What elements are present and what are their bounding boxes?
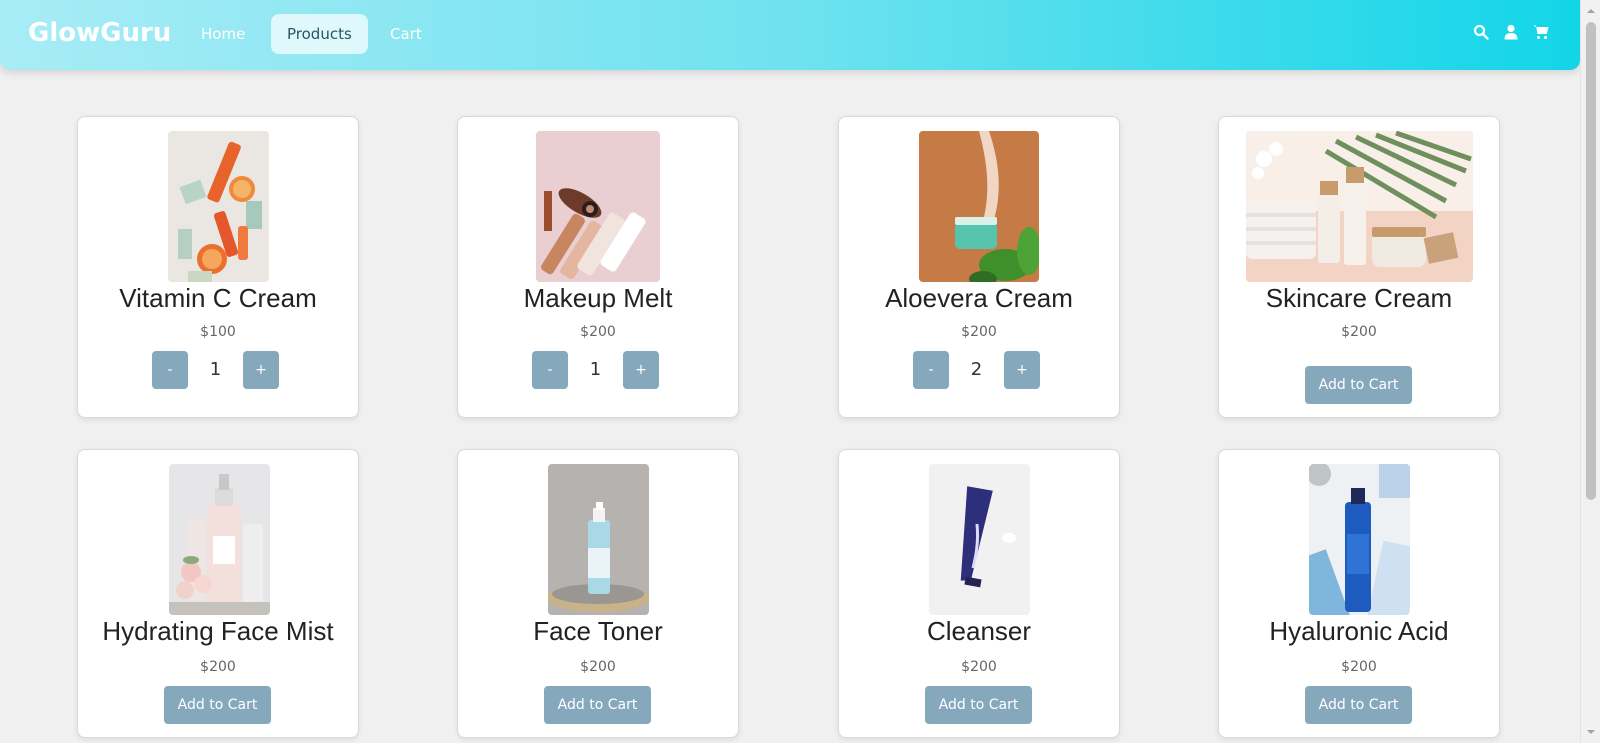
quantity-stepper: - 1 + [458, 351, 738, 389]
scroll-up-arrow-icon[interactable] [1586, 6, 1596, 16]
product-card-makeup-melt: Makeup Melt $200 - 1 + [457, 116, 739, 418]
quantity-value: 2 [970, 359, 983, 380]
top-navbar: GlowGuru Home Products Cart [0, 0, 1580, 70]
add-to-cart-button[interactable]: Add to Cart [1305, 686, 1412, 724]
brand-logo[interactable]: GlowGuru [28, 18, 171, 48]
quantity-value: 1 [209, 359, 222, 380]
quantity-value: 1 [589, 359, 602, 380]
user-icon[interactable] [1503, 24, 1523, 44]
product-image-hyaluronic-acid[interactable] [1309, 464, 1410, 615]
cart-icon[interactable] [1533, 24, 1553, 44]
quantity-stepper: - 2 + [839, 351, 1119, 389]
product-price: $200 [1341, 659, 1377, 675]
product-card-face-toner: Face Toner $200 Add to Cart [457, 449, 739, 738]
product-card-cleanser: Cleanser $200 Add to Cart [838, 449, 1120, 738]
increase-quantity-button[interactable]: + [1004, 351, 1040, 389]
product-image-cleanser[interactable] [929, 464, 1030, 615]
product-image-skincare-cream[interactable] [1246, 131, 1473, 282]
add-to-cart-button[interactable]: Add to Cart [544, 686, 651, 724]
product-name: Hyaluronic Acid [1269, 616, 1449, 646]
scroll-down-arrow-icon[interactable] [1586, 727, 1596, 737]
product-card-skincare-cream: Skincare Cream $200 Add to Cart [1218, 116, 1500, 418]
product-price: $200 [1341, 324, 1377, 340]
product-image-makeup-melt[interactable] [536, 131, 660, 282]
quantity-stepper: - 1 + [78, 351, 358, 389]
product-card-hydrating-face-mist: Hydrating Face Mist $200 Add to Cart [77, 449, 359, 738]
increase-quantity-button[interactable]: + [243, 351, 279, 389]
increase-quantity-button[interactable]: + [623, 351, 659, 389]
decrease-quantity-button[interactable]: - [532, 351, 568, 389]
product-name: Face Toner [533, 616, 663, 646]
product-price: $200 [580, 659, 616, 675]
add-to-cart-button[interactable]: Add to Cart [164, 686, 271, 724]
search-icon[interactable] [1473, 24, 1493, 44]
add-to-cart-button[interactable]: Add to Cart [925, 686, 1032, 724]
nav-link-products[interactable]: Products [271, 14, 368, 54]
product-price: $200 [580, 324, 616, 340]
product-price: $200 [961, 659, 997, 675]
product-name: Aloevera Cream [885, 283, 1073, 313]
product-image-vitamin-c-cream[interactable] [168, 131, 269, 282]
product-card-vitamin-c-cream: Vitamin C Cream $100 - 1 + [77, 116, 359, 418]
scrollbar-thumb[interactable] [1586, 22, 1596, 500]
product-image-aloevera-cream[interactable] [919, 131, 1039, 282]
product-name: Makeup Melt [523, 283, 673, 313]
product-image-face-toner[interactable] [548, 464, 649, 615]
nav-link-home[interactable]: Home [185, 14, 261, 54]
vertical-scrollbar[interactable] [1580, 0, 1600, 743]
add-to-cart-button[interactable]: Add to Cart [1305, 366, 1412, 404]
product-name: Cleanser [926, 616, 1032, 646]
product-name: Vitamin C Cream [119, 283, 317, 313]
product-image-hydrating-face-mist[interactable] [169, 464, 270, 615]
decrease-quantity-button[interactable]: - [913, 351, 949, 389]
product-name: Skincare Cream [1265, 283, 1453, 313]
product-card-aloevera-cream: Aloevera Cream $200 - 2 + [838, 116, 1120, 418]
product-name: Hydrating Face Mist [102, 616, 334, 646]
product-price: $100 [200, 324, 236, 340]
nav-link-cart[interactable]: Cart [374, 14, 438, 54]
product-price: $200 [200, 659, 236, 675]
product-price: $200 [961, 324, 997, 340]
product-card-hyaluronic-acid: Hyaluronic Acid $200 Add to Cart [1218, 449, 1500, 738]
decrease-quantity-button[interactable]: - [152, 351, 188, 389]
